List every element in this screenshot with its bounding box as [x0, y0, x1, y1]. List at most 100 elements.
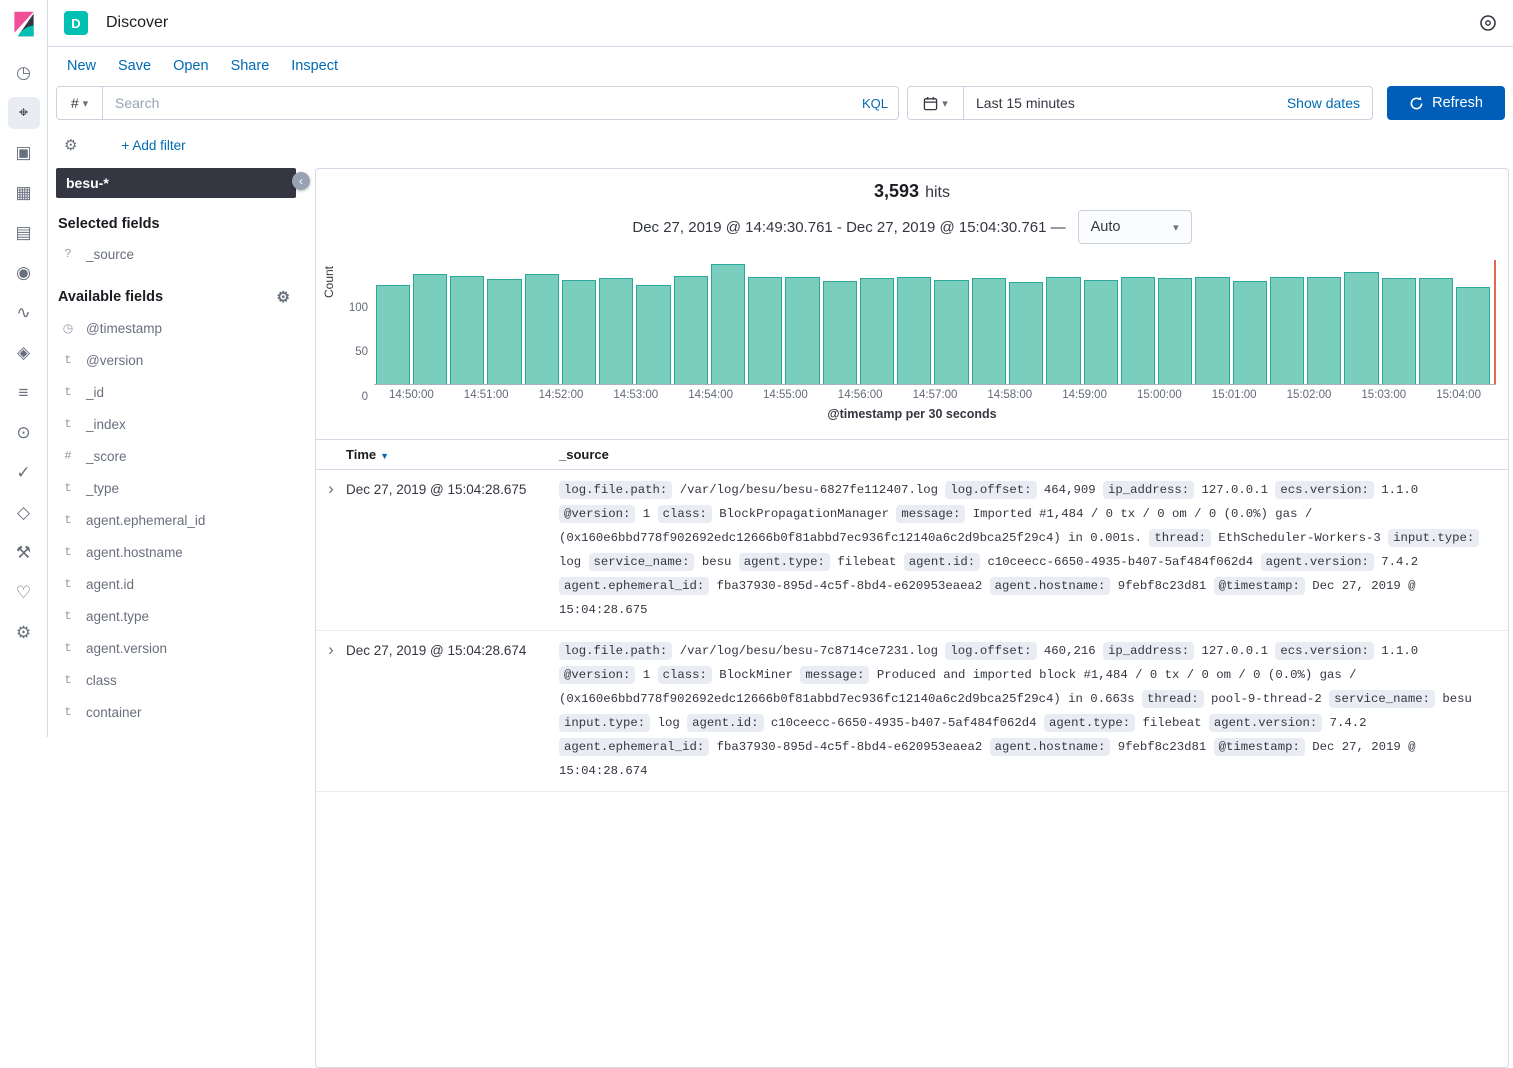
field-item-agent.ephemeral_id[interactable]: tagent.ephemeral_id	[56, 504, 296, 536]
nav-item-share[interactable]: Share	[231, 58, 270, 74]
field-item-agent.type[interactable]: tagent.type	[56, 600, 296, 632]
histogram-bar[interactable]	[376, 285, 410, 384]
field-item-@timestamp[interactable]: ◷@timestamp	[56, 312, 296, 344]
visualize-icon[interactable]: ▣	[8, 137, 40, 169]
refresh-button[interactable]: Refresh	[1387, 86, 1505, 120]
nav-item-save[interactable]: Save	[118, 58, 151, 74]
time-range-value[interactable]: Last 15 minutes	[976, 95, 1075, 111]
histogram-bar[interactable]	[599, 278, 633, 384]
management-icon[interactable]: ⚙	[8, 617, 40, 649]
kql-label[interactable]: KQL	[862, 96, 888, 111]
histogram-bar[interactable]	[1307, 277, 1341, 384]
histogram-bar[interactable]	[1121, 277, 1155, 384]
histogram-bar[interactable]	[636, 285, 670, 384]
histogram-bar[interactable]	[1456, 287, 1490, 384]
histogram-bar[interactable]	[450, 276, 484, 384]
dashboard-icon[interactable]: ▦	[8, 177, 40, 209]
field-item-container[interactable]: tcontainer	[56, 696, 296, 728]
histogram-bar[interactable]	[823, 281, 857, 384]
doc-table-body: ›Dec 27, 2019 @ 15:04:28.675log.file.pat…	[316, 470, 1508, 792]
date-picker-button[interactable]: ▾	[908, 87, 964, 119]
field-item-class[interactable]: tclass	[56, 664, 296, 696]
field-type-icon: t	[58, 545, 78, 559]
histogram-bar[interactable]	[1046, 277, 1080, 384]
field-item-_type[interactable]: t_type	[56, 472, 296, 504]
apm-icon[interactable]: ⊙	[8, 417, 40, 449]
field-item-agent.version[interactable]: tagent.version	[56, 632, 296, 664]
histogram-bar[interactable]	[1270, 277, 1304, 384]
histogram-bar[interactable]	[897, 277, 931, 384]
doc-table-header: Time▼ _source	[316, 439, 1508, 470]
field-item-_id[interactable]: t_id	[56, 376, 296, 408]
field-type-icon: ◷	[58, 321, 78, 336]
search-input[interactable]	[113, 94, 854, 112]
time-column-header[interactable]: Time▼	[346, 447, 559, 462]
uptime-icon[interactable]: ✓	[8, 457, 40, 489]
expand-row-button[interactable]: ›	[316, 478, 346, 622]
logs-icon[interactable]: ≡	[8, 377, 40, 409]
field-item-agent.hostname[interactable]: tagent.hostname	[56, 536, 296, 568]
discover-icon[interactable]: ⌖	[8, 97, 40, 129]
histogram-bar[interactable]	[1233, 281, 1267, 384]
histogram-bar[interactable]	[972, 278, 1006, 384]
histogram-bar[interactable]	[1158, 278, 1192, 384]
histogram-bar[interactable]	[1344, 272, 1378, 384]
date-picker-group: ▾ Last 15 minutes Show dates	[907, 86, 1373, 120]
recently-viewed-icon[interactable]: ◷	[8, 57, 40, 89]
field-item-agent.id[interactable]: tagent.id	[56, 568, 296, 600]
show-dates-button[interactable]: Show dates	[1287, 95, 1360, 111]
expand-row-button[interactable]: ›	[316, 639, 346, 783]
add-filter-button[interactable]: + Add filter	[121, 138, 185, 153]
field-item-_source[interactable]: ?_source	[56, 238, 296, 270]
field-type-icon: ?	[58, 247, 78, 261]
histogram-bar[interactable]	[860, 278, 894, 384]
histogram-bar[interactable]	[562, 280, 596, 384]
histogram-bar[interactable]	[674, 276, 708, 384]
field-name-badge: agent.id:	[687, 714, 763, 732]
dev-tools-icon[interactable]: ⚒	[8, 537, 40, 569]
histogram-bar[interactable]	[1382, 278, 1416, 384]
field-name-badge: service_name:	[589, 553, 695, 571]
histogram-bar[interactable]	[1009, 282, 1043, 384]
histogram-bar[interactable]	[1084, 280, 1118, 384]
histogram-bar[interactable]	[487, 279, 521, 384]
filter-settings-icon[interactable]: ⚙	[64, 136, 77, 154]
field-item-_index[interactable]: t_index	[56, 408, 296, 440]
x-tick-label: 14:53:00	[613, 389, 658, 401]
stack-monitoring-icon[interactable]: ♡	[8, 577, 40, 609]
histogram-bar[interactable]	[525, 274, 559, 384]
nav-item-new[interactable]: New	[67, 58, 96, 74]
search-group: # ▾ KQL	[56, 86, 899, 120]
field-name-badge: input.type:	[1388, 529, 1479, 547]
machine-learning-icon[interactable]: ∿	[8, 297, 40, 329]
field-name-badge: agent.version:	[1209, 714, 1322, 732]
nav-item-inspect[interactable]: Inspect	[291, 58, 338, 74]
help-icon[interactable]	[1479, 14, 1497, 32]
field-item-_score[interactable]: #_score	[56, 440, 296, 472]
histogram-bar[interactable]	[748, 277, 782, 384]
index-pattern-selector[interactable]: besu-*	[56, 168, 296, 198]
interval-select[interactable]: Auto ▾	[1078, 210, 1192, 244]
query-filter-dropdown[interactable]: # ▾	[57, 87, 103, 119]
space-badge[interactable]: D	[64, 11, 88, 35]
kibana-logo[interactable]	[0, 0, 48, 47]
histogram-bar[interactable]	[1195, 277, 1229, 384]
canvas-icon[interactable]: ▤	[8, 217, 40, 249]
metrics-icon[interactable]: ◈	[8, 337, 40, 369]
y-tick-label: 100	[346, 302, 368, 314]
y-tick-label: 50	[346, 346, 368, 358]
nav-item-open[interactable]: Open	[173, 58, 208, 74]
histogram-bar[interactable]	[1419, 278, 1453, 384]
field-item-@version[interactable]: t@version	[56, 344, 296, 376]
field-settings-icon[interactable]: ⚙	[277, 288, 290, 306]
field-type-icon: t	[58, 673, 78, 687]
maps-icon[interactable]: ◉	[8, 257, 40, 289]
histogram-bar[interactable]	[711, 264, 745, 384]
histogram-bar[interactable]	[934, 280, 968, 385]
histogram-bar[interactable]	[785, 277, 819, 384]
siem-icon[interactable]: ◇	[8, 497, 40, 529]
collapse-sidebar-button[interactable]: ‹	[292, 172, 310, 190]
hits-label: hits	[925, 184, 950, 201]
page-title: Discover	[106, 14, 168, 32]
histogram-bar[interactable]	[413, 274, 447, 384]
